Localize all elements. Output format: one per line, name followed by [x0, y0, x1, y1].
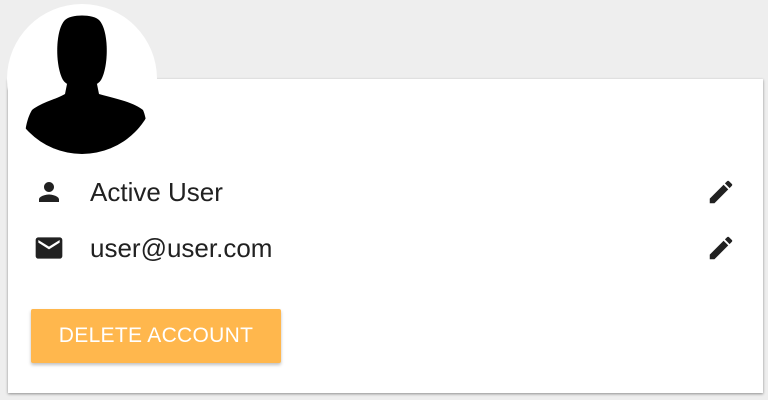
user-name: Active User [90, 176, 223, 207]
email-row: user@user.com [33, 232, 738, 264]
name-row: Active User [33, 176, 738, 208]
person-icon [33, 176, 65, 208]
user-email: user@user.com [90, 232, 273, 263]
person-silhouette-icon [24, 15, 148, 154]
delete-account-button[interactable]: DELETE ACCOUNT [31, 309, 281, 363]
edit-name-button[interactable] [704, 175, 738, 209]
pencil-icon [709, 180, 733, 204]
pencil-icon [709, 236, 733, 260]
edit-email-button[interactable] [704, 231, 738, 265]
mail-icon [33, 232, 65, 264]
avatar [7, 4, 157, 154]
